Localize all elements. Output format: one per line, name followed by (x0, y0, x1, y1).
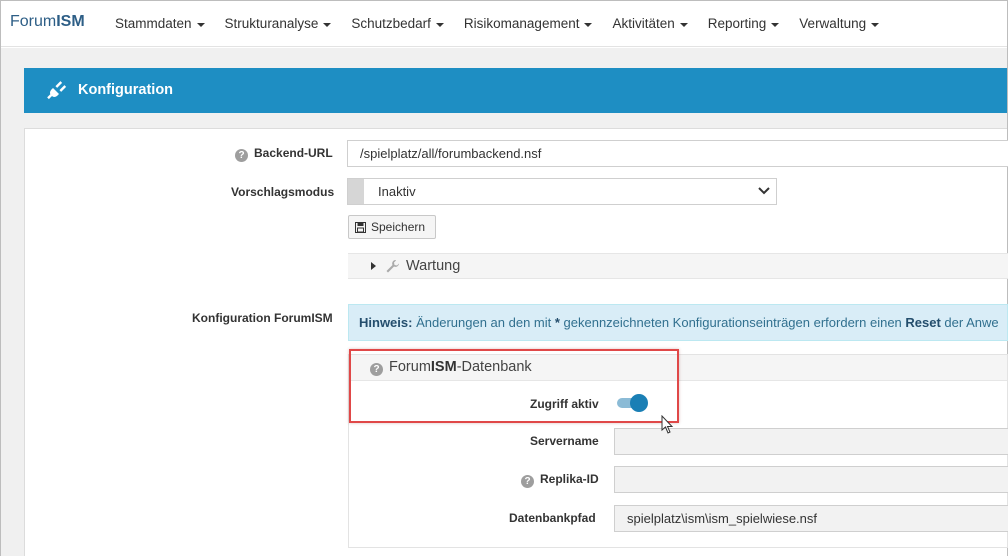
konfiguration-forumism-label: Konfiguration ForumISM (192, 311, 333, 325)
datenbankpfad-input[interactable]: spielplatz\ism\ism_spielwiese.nsf (614, 505, 1008, 532)
backend-url-input[interactable]: /spielplatz/all/forumbackend.nsf (347, 140, 1008, 167)
top-navbar: ForumISM Stammdaten Strukturanalyse Schu… (1, 1, 1007, 47)
vorschlagsmodus-value: Inaktiv (378, 184, 416, 199)
nav-strukturanalyse[interactable]: Strukturanalyse (225, 16, 332, 31)
caret-down-icon (196, 22, 205, 27)
nav-risikomanagement[interactable]: Risikomanagement (464, 16, 593, 31)
hint-alert: Hinweis: Änderungen an den mit * gekennz… (348, 304, 1008, 341)
wrench-icon (386, 259, 399, 272)
floppy-disk-icon (355, 221, 366, 233)
save-button[interactable]: Speichern (348, 215, 436, 239)
nav-stammdaten[interactable]: Stammdaten (115, 16, 205, 31)
annotation-highlight-box (349, 349, 679, 423)
caret-right-icon (371, 262, 376, 270)
backend-url-label: ? Backend-URL (235, 146, 333, 162)
nav-reporting[interactable]: Reporting (708, 16, 780, 31)
select-marker (348, 179, 364, 204)
caret-down-icon (435, 22, 444, 27)
panel-header: Konfiguration (24, 68, 1007, 113)
vorschlagsmodus-select[interactable]: Inaktiv (347, 178, 777, 205)
nav-verwaltung[interactable]: Verwaltung (799, 16, 880, 31)
mouse-cursor-icon (661, 415, 674, 434)
caret-down-icon (584, 22, 593, 27)
caret-down-icon (323, 22, 332, 27)
servername-label: Servername (530, 434, 599, 448)
replika-id-label: ? Replika-ID (521, 472, 599, 488)
caret-down-icon (771, 22, 780, 27)
brand-logo[interactable]: ForumISM (10, 13, 85, 31)
nav-schutzbedarf[interactable]: Schutzbedarf (351, 16, 444, 31)
help-icon[interactable]: ? (521, 475, 534, 488)
caret-down-icon (679, 22, 688, 27)
nav-aktivitaeten[interactable]: Aktivitäten (612, 16, 688, 31)
help-icon[interactable]: ? (235, 149, 248, 162)
replika-id-input[interactable] (614, 466, 1008, 493)
caret-down-icon (871, 22, 880, 27)
datenbankpfad-label: Datenbankpfad (509, 511, 596, 525)
wartung-collapsible[interactable]: Wartung (348, 253, 1008, 279)
chevron-down-icon (758, 187, 770, 195)
page-title: Konfiguration (78, 82, 174, 98)
vorschlagsmodus-label: Vorschlagsmodus (231, 185, 335, 199)
plug-icon (47, 81, 67, 100)
main-menu: Stammdaten Strukturanalyse Schutzbedarf … (105, 16, 889, 31)
